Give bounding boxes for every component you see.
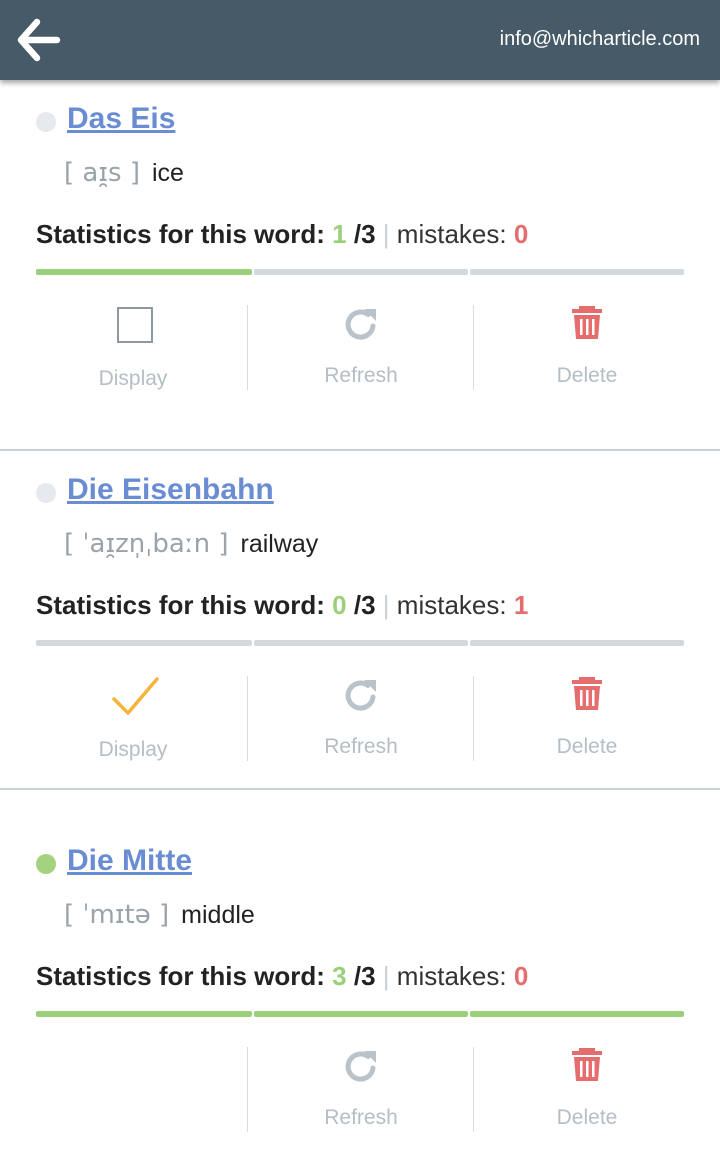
- phonetic-line: [ aɪ̯s ] ice: [64, 158, 184, 188]
- display-label: Display: [98, 738, 168, 761]
- trash-icon: [572, 306, 602, 339]
- refresh-icon-wrap: [248, 305, 474, 349]
- trash-icon: [572, 677, 602, 710]
- progress-segment: [470, 269, 684, 275]
- checkbox-icon: [117, 307, 153, 343]
- total-count: /3: [353, 590, 376, 620]
- refresh-icon-wrap: [248, 676, 474, 720]
- refresh-icon: [345, 1051, 376, 1082]
- display-slot-empty: [20, 1047, 246, 1132]
- display-button[interactable]: Display: [20, 305, 246, 390]
- refresh-icon: [345, 680, 376, 711]
- refresh-button[interactable]: Refresh: [247, 1047, 474, 1132]
- learned-count: 3: [332, 961, 347, 991]
- checkmark-icon: [112, 677, 159, 715]
- word-card: Die Eisenbahn [ ˈaɪ̯zn̩ˌbaːn ] railway St…: [0, 419, 720, 790]
- arrow-left-icon: [17, 18, 61, 62]
- delete-button[interactable]: Delete: [473, 676, 700, 761]
- phonetic-line: [ ˈaɪ̯zn̩ˌbaːn ] railway: [64, 529, 318, 559]
- stats-label: Statistics for this word:: [36, 590, 325, 620]
- progress-bar: [36, 640, 684, 646]
- word-statistics: Statistics for this word: 1 /3 | mistake…: [36, 219, 528, 250]
- progress-segment: [254, 640, 468, 646]
- trash-icon: [572, 1048, 602, 1081]
- display-toggle[interactable]: [20, 676, 246, 720]
- progress-bar: [36, 1011, 684, 1017]
- progress-segment: [36, 269, 252, 275]
- delete-button[interactable]: Delete: [473, 305, 700, 390]
- word-statistics: Statistics for this word: 0 /3 | mistake…: [36, 590, 528, 621]
- word-actions: Display Refresh Delete: [20, 676, 700, 761]
- delete-icon-wrap: [474, 305, 700, 349]
- refresh-label: Refresh: [324, 364, 398, 387]
- total-count: /3: [353, 219, 376, 249]
- stats-label: Statistics for this word:: [36, 219, 325, 249]
- progress-segment: [36, 640, 252, 646]
- status-dot: [36, 854, 56, 874]
- display-label: Display: [98, 367, 168, 390]
- delete-label: Delete: [556, 364, 618, 387]
- delete-button[interactable]: Delete: [473, 1047, 700, 1132]
- word-title-link[interactable]: Die Mitte: [67, 844, 192, 878]
- stats-separator: |: [382, 961, 390, 991]
- stats-separator: |: [382, 219, 390, 249]
- refresh-button[interactable]: Refresh: [247, 676, 474, 761]
- progress-segment: [36, 1011, 252, 1017]
- mistakes-count: 0: [513, 219, 529, 249]
- learned-count: 1: [332, 219, 347, 249]
- phonetic-transcription: [ aɪ̯s ]: [64, 158, 140, 188]
- progress-bar: [36, 269, 684, 275]
- display-toggle[interactable]: [20, 305, 246, 349]
- phonetic-line: [ ˈmɪtə ] middle: [64, 900, 255, 930]
- learned-count: 0: [332, 590, 347, 620]
- translation: ice: [151, 159, 184, 187]
- translation: railway: [240, 530, 319, 558]
- stats-label: Statistics for this word:: [36, 961, 325, 991]
- word-title-link[interactable]: Das Eis: [67, 102, 175, 136]
- delete-icon-wrap: [474, 676, 700, 720]
- refresh-icon: [345, 309, 376, 340]
- word-title-link[interactable]: Die Eisenbahn: [67, 473, 274, 507]
- phonetic-transcription: [ ˈmɪtə ]: [64, 900, 170, 930]
- word-card: Das Eis [ aɪ̯s ] ice Statistics for this …: [0, 80, 720, 451]
- total-count: /3: [353, 961, 376, 991]
- mistakes-count: 0: [513, 961, 529, 991]
- progress-segment: [470, 1011, 684, 1017]
- refresh-button[interactable]: Refresh: [247, 305, 474, 390]
- top-bar: info@whicharticle.com: [0, 0, 720, 80]
- delete-icon-wrap: [474, 1047, 700, 1091]
- contact-email[interactable]: info@whicharticle.com: [500, 28, 700, 51]
- word-card: Die Mitte [ ˈmɪtə ] middle Statistics for…: [0, 790, 720, 1161]
- mistakes-label: mistakes:: [396, 590, 507, 620]
- mistakes-label: mistakes:: [396, 961, 507, 991]
- progress-segment: [470, 640, 684, 646]
- delete-label: Delete: [556, 735, 618, 758]
- delete-label: Delete: [556, 1106, 618, 1129]
- mistakes-label: mistakes:: [396, 219, 507, 249]
- status-dot: [36, 112, 56, 132]
- progress-segment: [254, 1011, 468, 1017]
- refresh-label: Refresh: [324, 735, 398, 758]
- word-statistics: Statistics for this word: 3 /3 | mistake…: [36, 961, 528, 992]
- phonetic-transcription: [ ˈaɪ̯zn̩ˌbaːn ]: [64, 529, 229, 559]
- display-button[interactable]: Display: [20, 676, 246, 761]
- progress-segment: [254, 269, 468, 275]
- refresh-icon-wrap: [248, 1047, 474, 1091]
- status-dot: [36, 483, 56, 503]
- word-actions: Refresh Delete: [20, 1047, 700, 1132]
- back-button[interactable]: [16, 18, 62, 62]
- stats-separator: |: [382, 590, 390, 620]
- refresh-label: Refresh: [324, 1106, 398, 1129]
- translation: middle: [181, 901, 255, 929]
- word-actions: Display Refresh Delete: [20, 305, 700, 390]
- mistakes-count: 1: [513, 590, 529, 620]
